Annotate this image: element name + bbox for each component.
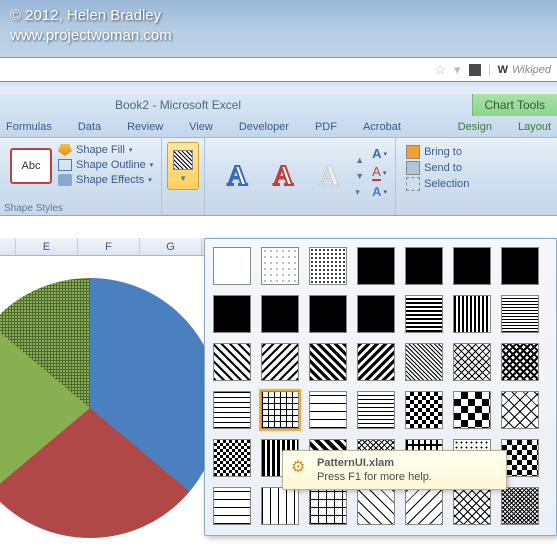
tab-developer[interactable]: Developer: [235, 119, 293, 135]
settings-icon[interactable]: ▾: [454, 62, 461, 78]
shape-outline-button[interactable]: Shape Outline ▾: [58, 159, 153, 171]
extension-icon[interactable]: [469, 64, 481, 76]
send-back-icon: [406, 161, 420, 175]
pattern-swatch[interactable]: [309, 343, 347, 381]
pattern-fill-button[interactable]: ▼: [167, 142, 199, 190]
pattern-swatch[interactable]: [405, 343, 443, 381]
tab-formulas[interactable]: Formulas: [2, 119, 56, 135]
tab-pdf[interactable]: PDF: [311, 119, 341, 135]
tab-design[interactable]: Design: [454, 119, 496, 135]
pattern-swatch[interactable]: [213, 343, 251, 381]
pattern-swatch[interactable]: [309, 295, 347, 333]
text-outline-button[interactable]: A▾: [372, 164, 387, 181]
pattern-swatch[interactable]: [261, 295, 299, 333]
wordart-style-3[interactable]: A: [309, 157, 349, 197]
wikipedia-search[interactable]: WWikiped: [489, 64, 551, 76]
shape-effects-button[interactable]: Shape Effects ▾: [58, 174, 153, 186]
pattern-swatch[interactable]: [261, 247, 299, 285]
chevron-down-icon: ▼: [179, 174, 187, 183]
tab-view[interactable]: View: [185, 119, 217, 135]
pattern-swatch[interactable]: [405, 247, 443, 285]
bring-front-icon: [406, 145, 420, 159]
pattern-swatch[interactable]: [213, 487, 251, 525]
watermark: © 2012, Helen Bradley www.projectwoman.c…: [10, 6, 172, 45]
pattern-swatch[interactable]: [357, 487, 395, 525]
spacer: [0, 82, 557, 94]
selection-pane-button[interactable]: Selection: [406, 177, 469, 191]
ribbon: Abc Shape Fill ▾ Shape Outline ▾ Shape E…: [0, 138, 557, 216]
pattern-swatch[interactable]: [501, 343, 539, 381]
wordart-style-2[interactable]: A: [263, 157, 303, 197]
tab-layout[interactable]: Layout: [514, 119, 555, 135]
pattern-swatch[interactable]: [357, 295, 395, 333]
pattern-picker-panel: [204, 238, 557, 536]
pattern-swatch[interactable]: [357, 391, 395, 429]
col-g[interactable]: G: [140, 238, 202, 255]
text-effects-button[interactable]: A▾: [372, 184, 387, 199]
shape-fill-button[interactable]: Shape Fill ▾: [58, 144, 153, 156]
pencil-icon: [58, 159, 72, 171]
pattern-swatch[interactable]: [453, 487, 491, 525]
pattern-swatch[interactable]: [453, 247, 491, 285]
pattern-swatch[interactable]: [309, 247, 347, 285]
pattern-swatch[interactable]: [357, 343, 395, 381]
tab-review[interactable]: Review: [123, 119, 167, 135]
favorite-icon[interactable]: ☆: [434, 62, 446, 78]
wordart-down-icon[interactable]: ▼: [355, 171, 364, 181]
bring-to-front-button[interactable]: Bring to: [406, 145, 469, 159]
gear-icon: ⚙: [291, 457, 309, 475]
pattern-swatch[interactable]: [213, 295, 251, 333]
wordart-up-icon[interactable]: ▲: [355, 155, 364, 165]
context-tab-chart-tools: Chart Tools: [472, 94, 557, 116]
group-label-shape-styles: Shape Styles: [4, 203, 63, 214]
pattern-swatch[interactable]: [405, 295, 443, 333]
wordart-style-1[interactable]: A: [217, 157, 257, 197]
send-to-back-button[interactable]: Send to: [406, 161, 469, 175]
pie-pattern-overlay: [0, 278, 220, 538]
col-f[interactable]: F: [78, 238, 140, 255]
tooltip-title: PatternUI.xlam: [317, 457, 432, 469]
pattern-swatch[interactable]: [501, 247, 539, 285]
pattern-swatch[interactable]: [213, 247, 251, 285]
address-bar: ☆ ▾ WWikiped: [0, 58, 557, 82]
col-e[interactable]: E: [16, 238, 78, 255]
pattern-preview-icon: [173, 150, 193, 170]
pattern-swatch[interactable]: [501, 391, 539, 429]
tooltip-body: Press F1 for more help.: [317, 471, 432, 483]
tab-acrobat[interactable]: Acrobat: [359, 119, 405, 135]
pattern-swatch[interactable]: [405, 391, 443, 429]
ribbon-tabs: Formulas Data Review View Developer PDF …: [0, 116, 557, 138]
pattern-swatch[interactable]: [453, 295, 491, 333]
effects-icon: [58, 174, 72, 186]
pattern-swatch[interactable]: [357, 247, 395, 285]
pattern-swatch[interactable]: [213, 439, 251, 477]
paint-bucket-icon: [58, 144, 72, 156]
pattern-swatch[interactable]: [261, 343, 299, 381]
text-fill-button[interactable]: A▾: [372, 146, 387, 161]
selection-icon: [406, 177, 420, 191]
pattern-swatch-selected[interactable]: [261, 391, 299, 429]
tooltip: ⚙ PatternUI.xlam Press F1 for more help.: [282, 450, 507, 490]
wordart-more-icon[interactable]: ▾: [355, 187, 364, 198]
pattern-swatch[interactable]: [309, 487, 347, 525]
pattern-swatch[interactable]: [453, 391, 491, 429]
app-title-row: Book2 - Microsoft Excel Chart Tools: [0, 94, 557, 116]
pattern-swatch[interactable]: [309, 391, 347, 429]
pattern-swatch[interactable]: [501, 487, 539, 525]
pattern-swatch[interactable]: [453, 343, 491, 381]
shape-style-preset[interactable]: Abc: [10, 148, 52, 184]
tab-data[interactable]: Data: [74, 119, 105, 135]
pattern-swatch[interactable]: [213, 391, 251, 429]
pattern-swatch[interactable]: [261, 487, 299, 525]
pattern-swatch[interactable]: [405, 487, 443, 525]
pattern-swatch[interactable]: [501, 295, 539, 333]
document-title: Book2 - Microsoft Excel: [115, 98, 241, 112]
